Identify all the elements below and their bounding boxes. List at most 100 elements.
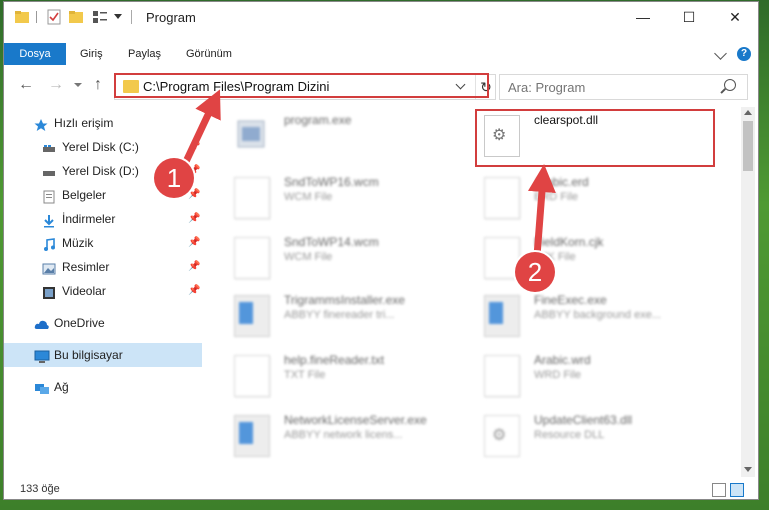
properties-check-icon[interactable] bbox=[46, 9, 62, 25]
step-2-callout: 2 bbox=[515, 252, 555, 292]
sidebar-item-local-disk-c[interactable]: Yerel Disk (C:) 📌 bbox=[4, 135, 202, 159]
scroll-down-arrow-icon[interactable] bbox=[744, 467, 752, 472]
file-item[interactable]: ⚙ UpdateClient63.dll Resource DLL bbox=[478, 409, 723, 465]
star-icon bbox=[34, 116, 48, 131]
sidebar-item-onedrive[interactable]: OneDrive bbox=[4, 311, 202, 335]
computer-icon bbox=[34, 348, 50, 363]
scrollbar-thumb[interactable] bbox=[743, 121, 753, 171]
tab-file[interactable]: Dosya bbox=[4, 43, 66, 65]
folder-icon[interactable] bbox=[14, 9, 30, 25]
gear-icon: ⚙ bbox=[492, 127, 507, 144]
vertical-scrollbar[interactable] bbox=[741, 107, 755, 477]
search-icon[interactable] bbox=[724, 79, 736, 91]
file-item-program-exe[interactable]: program.exe bbox=[228, 109, 473, 165]
expand-ribbon-chevron-icon[interactable] bbox=[714, 47, 727, 60]
up-arrow-icon[interactable]: ↑ bbox=[94, 77, 102, 93]
sidebar-item-label: Resimler bbox=[62, 260, 110, 274]
file-item[interactable]: SndToWP16.wcm WCM File bbox=[228, 171, 473, 227]
sidebar-item-this-pc[interactable]: Bu bilgisayar bbox=[4, 343, 202, 367]
status-bar: 133 öğe bbox=[4, 479, 758, 499]
sidebar-item-label: Videolar bbox=[62, 284, 106, 298]
file-name: UpdateClient63.dll bbox=[534, 413, 633, 427]
file-item[interactable]: TrigrammsInstaller.exe ABBYY finereader … bbox=[228, 289, 473, 345]
help-icon[interactable]: ? bbox=[737, 47, 751, 61]
file-type: WCM File bbox=[284, 251, 333, 263]
dll-file-icon: ⚙ bbox=[484, 115, 520, 157]
address-dropdown-chevron-icon[interactable] bbox=[455, 79, 466, 90]
sidebar-item-videos[interactable]: Videolar 📌 bbox=[4, 279, 202, 303]
sidebar-item-pictures[interactable]: Resimler 📌 bbox=[4, 255, 202, 279]
tab-view[interactable]: Görünüm bbox=[186, 43, 232, 65]
file-name: SndToWP14.wcm bbox=[284, 235, 379, 249]
pin-icon[interactable]: 📌 bbox=[188, 207, 200, 231]
navigation-bar: ← → ↑ C:\Program Files\Program Dizini ↻ bbox=[4, 69, 758, 103]
pin-icon[interactable]: 📌 bbox=[188, 279, 200, 303]
file-type: ABBYY finereader tri... bbox=[284, 309, 395, 321]
sidebar-item-label: Müzik bbox=[62, 236, 94, 250]
search-box[interactable] bbox=[499, 74, 748, 100]
pin-icon[interactable]: 📌 bbox=[188, 135, 200, 159]
file-item[interactable]: help.fineReader.txt TXT File bbox=[228, 349, 473, 405]
sidebar-item-network[interactable]: Ağ bbox=[4, 375, 202, 399]
close-button[interactable]: ✕ bbox=[712, 2, 758, 32]
pin-icon[interactable]: 📌 bbox=[188, 255, 200, 279]
network-icon bbox=[34, 380, 49, 394]
file-item[interactable]: SndToWP14.wcm WCM File bbox=[228, 231, 473, 287]
file-name: TrigrammsInstaller.exe bbox=[284, 293, 405, 307]
file-item[interactable]: FieldKorn.cjk CJK File bbox=[478, 231, 723, 287]
step-1-callout: 1 bbox=[154, 158, 194, 198]
sidebar-item-label: OneDrive bbox=[54, 316, 105, 330]
file-name: clearspot.dll bbox=[534, 113, 599, 127]
file-name: help.fineReader.txt bbox=[284, 353, 385, 367]
tab-home[interactable]: Giriş bbox=[80, 43, 103, 65]
pin-icon[interactable]: 📌 bbox=[188, 231, 200, 255]
recent-locations-chevron-icon[interactable] bbox=[74, 83, 82, 87]
gear-icon: ⚙ bbox=[492, 427, 507, 444]
tab-share[interactable]: Paylaş bbox=[128, 43, 161, 65]
file-name: FineExec.exe bbox=[534, 293, 607, 307]
application-icon bbox=[234, 415, 270, 457]
file-item-clearspot-dll[interactable]: ⚙ clearspot.dll bbox=[478, 109, 723, 165]
customize-toolbar-chevron-icon[interactable] bbox=[114, 14, 122, 19]
minimize-button[interactable]: — bbox=[620, 2, 666, 32]
scroll-up-arrow-icon[interactable] bbox=[744, 110, 752, 115]
sidebar-item-downloads[interactable]: İndirmeler 📌 bbox=[4, 207, 202, 231]
sidebar-item-label: Yerel Disk (C:) bbox=[62, 140, 139, 154]
list-view-icon[interactable] bbox=[92, 9, 108, 25]
file-type: ABBYY network licens... bbox=[284, 429, 403, 441]
search-input[interactable] bbox=[506, 78, 710, 96]
file-type: TXT File bbox=[284, 369, 326, 381]
file-type: WRD File bbox=[534, 369, 582, 381]
file-item[interactable]: FineExec.exe ABBYY background exe... bbox=[478, 289, 723, 345]
sidebar-item-quick-access[interactable]: Hızlı erişim bbox=[4, 111, 202, 135]
file-type: ERD File bbox=[534, 191, 579, 203]
document-icon bbox=[234, 177, 270, 219]
cloud-icon bbox=[34, 316, 49, 330]
ribbon-tabs: Dosya Giriş Paylaş Görünüm ? bbox=[4, 43, 758, 65]
item-count: 133 öğe bbox=[20, 483, 60, 495]
file-name: FieldKorn.cjk bbox=[534, 235, 604, 249]
quick-access-separator bbox=[36, 11, 37, 23]
title-bar: Program — ☐ ✕ bbox=[4, 2, 758, 32]
maximize-button[interactable]: ☐ bbox=[666, 2, 712, 32]
sidebar-item-label: Ağ bbox=[54, 380, 69, 394]
details-view-icon[interactable] bbox=[712, 483, 726, 497]
document-icon bbox=[484, 177, 520, 219]
video-icon bbox=[42, 284, 56, 299]
file-type: Resource DLL bbox=[534, 429, 605, 441]
back-arrow-icon[interactable]: ← bbox=[18, 77, 34, 93]
sidebar-item-label: Bu bilgisayar bbox=[54, 348, 123, 362]
address-path[interactable]: C:\Program Files\Program Dizini bbox=[143, 79, 329, 94]
file-item[interactable]: NetworkLicenseServer.exe ABBYY network l… bbox=[228, 409, 473, 465]
file-item[interactable]: Arabic.wrd WRD File bbox=[478, 349, 723, 405]
address-bar[interactable]: C:\Program Files\Program Dizini ↻ bbox=[114, 74, 496, 100]
refresh-icon[interactable]: ↻ bbox=[475, 75, 496, 99]
download-icon bbox=[42, 212, 56, 228]
new-folder-icon[interactable] bbox=[68, 9, 84, 25]
forward-arrow-icon[interactable]: → bbox=[48, 77, 64, 93]
sidebar-item-music[interactable]: Müzik 📌 bbox=[4, 231, 202, 255]
large-icons-view-icon[interactable] bbox=[730, 483, 744, 497]
sidebar-item-label: Belgeler bbox=[62, 188, 107, 202]
music-icon bbox=[42, 236, 56, 251]
file-item[interactable]: Arabic.erd ERD File bbox=[478, 171, 723, 227]
